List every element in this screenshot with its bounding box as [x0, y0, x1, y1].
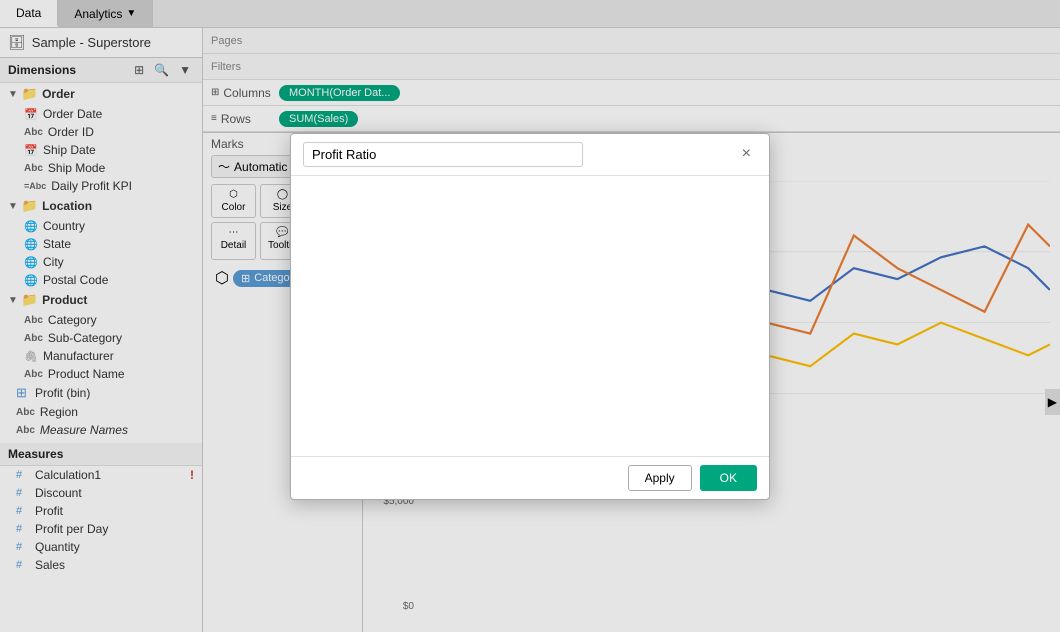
apply-label: Apply	[645, 471, 675, 485]
dialog-footer: Apply OK	[291, 456, 769, 499]
dialog-body	[291, 176, 769, 456]
ok-label: OK	[720, 471, 737, 485]
dialog-title-input[interactable]	[303, 142, 583, 167]
dialog-overlay: × Apply OK	[0, 0, 1060, 632]
apply-button[interactable]: Apply	[628, 465, 692, 491]
ok-button[interactable]: OK	[700, 465, 757, 491]
dialog-close-btn[interactable]: ×	[736, 143, 757, 165]
dialog-header: ×	[291, 134, 769, 176]
profit-ratio-dialog: × Apply OK	[290, 133, 770, 500]
close-icon: ×	[742, 145, 751, 162]
